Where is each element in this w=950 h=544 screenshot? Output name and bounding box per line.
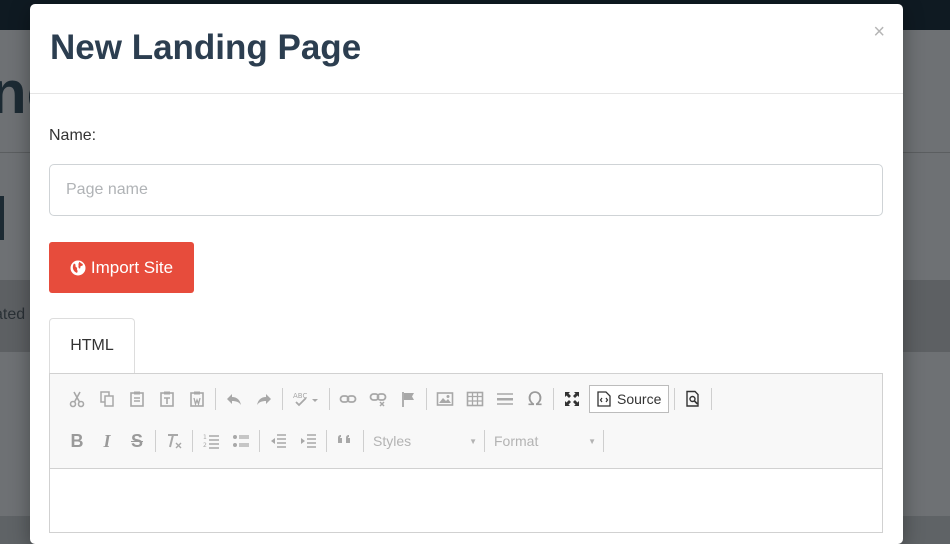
- toolbar-separator: [329, 388, 330, 410]
- tab-html[interactable]: HTML: [49, 318, 135, 373]
- editor-toolbar: ABC Ω Source B I S 1 2 Styles ▼ Format ▼: [50, 374, 882, 469]
- toolbar-row-1: ABC Ω Source: [62, 384, 715, 414]
- format-label: Format: [494, 433, 539, 449]
- indent-icon[interactable]: [293, 428, 323, 454]
- special-character-icon[interactable]: Ω: [520, 386, 550, 412]
- name-label: Name:: [49, 127, 97, 144]
- styles-label: Styles: [373, 433, 412, 449]
- rich-text-editor: ABC Ω Source B I S 1 2 Styles ▼ Format ▼: [49, 373, 883, 533]
- cut-icon[interactable]: [62, 386, 92, 412]
- background-bar: [0, 196, 4, 240]
- toolbar-separator: [674, 388, 676, 410]
- maximize-icon[interactable]: [557, 386, 587, 412]
- paste-text-icon[interactable]: [152, 386, 182, 412]
- bold-icon: B: [70, 430, 84, 451]
- undo-icon[interactable]: [219, 386, 249, 412]
- link-icon[interactable]: [333, 386, 363, 412]
- modal-title: New Landing Page: [50, 28, 362, 67]
- image-icon[interactable]: [430, 386, 460, 412]
- toolbar-separator: [282, 388, 283, 410]
- toolbar-separator: [215, 388, 216, 410]
- toolbar-separator: [326, 430, 327, 452]
- editor-tabs: HTML: [49, 318, 883, 373]
- toolbar-separator: [553, 388, 554, 410]
- unlink-icon[interactable]: [363, 386, 393, 412]
- chevron-down-icon: ▼: [588, 436, 596, 446]
- italic-button[interactable]: I: [92, 428, 122, 454]
- styles-dropdown[interactable]: Styles ▼: [367, 429, 481, 453]
- anchor-flag-icon[interactable]: [393, 386, 423, 412]
- outdent-icon[interactable]: [263, 428, 293, 454]
- toolbar-separator: [259, 430, 260, 452]
- preview-icon[interactable]: [678, 386, 708, 412]
- spellcheck-icon[interactable]: ABC: [286, 386, 326, 412]
- toolbar-separator: [484, 430, 485, 452]
- close-button[interactable]: ×: [873, 22, 885, 42]
- globe-icon: [70, 260, 86, 275]
- chevron-down-icon: ▼: [469, 436, 477, 446]
- source-label: Source: [617, 391, 662, 407]
- background-band-text: ated: [0, 306, 26, 323]
- new-landing-page-modal: New Landing Page × Name: Import Site HTM…: [30, 4, 903, 544]
- modal-header: New Landing Page ×: [30, 4, 903, 94]
- toolbar-separator: [603, 430, 604, 452]
- format-dropdown[interactable]: Format ▼: [488, 429, 600, 453]
- blockquote-icon[interactable]: [330, 428, 360, 454]
- source-file-icon: [597, 391, 611, 407]
- horizontal-line-icon[interactable]: [490, 386, 520, 412]
- bulleted-list-icon[interactable]: [226, 428, 256, 454]
- toolbar-separator: [155, 430, 156, 452]
- import-site-button[interactable]: Import Site: [49, 242, 194, 293]
- table-icon[interactable]: [460, 386, 490, 412]
- copy-icon[interactable]: [92, 386, 122, 412]
- svg-text:1: 1: [203, 434, 207, 441]
- italic-icon: I: [103, 430, 111, 451]
- toolbar-separator: [711, 388, 713, 410]
- remove-format-icon[interactable]: [159, 428, 189, 454]
- strike-button[interactable]: S: [122, 428, 152, 454]
- source-button[interactable]: Source: [589, 385, 670, 413]
- page-name-input[interactable]: [49, 164, 883, 216]
- toolbar-separator: [192, 430, 193, 452]
- toolbar-separator: [363, 430, 364, 452]
- toolbar-separator: [426, 388, 427, 410]
- strike-icon: S: [130, 430, 143, 451]
- bold-button[interactable]: B: [62, 428, 92, 454]
- paste-icon[interactable]: [122, 386, 152, 412]
- svg-text:2: 2: [203, 442, 207, 449]
- redo-icon[interactable]: [249, 386, 279, 412]
- toolbar-row-2: B I S 12 Styles ▼ Format ▼: [62, 426, 607, 456]
- paste-word-icon[interactable]: [182, 386, 212, 412]
- numbered-list-icon[interactable]: 12: [196, 428, 226, 454]
- import-site-label: Import Site: [90, 257, 174, 277]
